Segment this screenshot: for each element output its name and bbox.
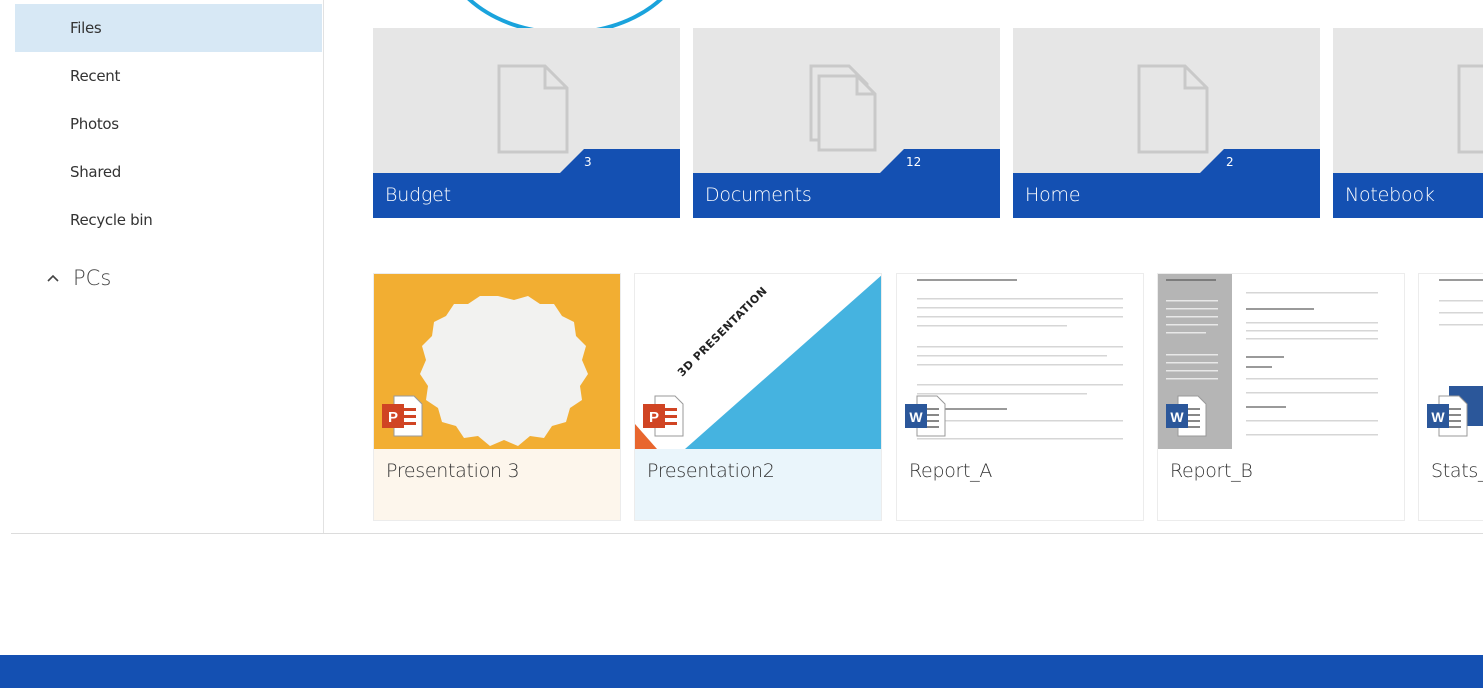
- word-icon: W: [905, 395, 946, 437]
- folder-count-wedge: [880, 149, 1000, 173]
- sidebar-item-files[interactable]: Files: [15, 4, 322, 52]
- folder-tile-budget[interactable]: 3 Budget: [373, 28, 680, 218]
- sidebar: Files Recent Photos Shared Recycle bin P…: [11, 0, 324, 533]
- file-name: Presentation2: [647, 460, 775, 482]
- file-name: Report_B: [1170, 460, 1253, 482]
- document-icon: [1137, 64, 1209, 154]
- file-name: Stats_: [1431, 460, 1483, 482]
- folder-tile-documents[interactable]: 12 Documents: [693, 28, 1000, 218]
- powerpoint-icon: P: [382, 395, 423, 437]
- word-icon: W: [1427, 395, 1468, 437]
- folder-count-wedge: [1200, 149, 1320, 173]
- onedrive-window: Files Recent Photos Shared Recycle bin P…: [0, 0, 1483, 688]
- folder-item-count: 3: [584, 155, 592, 169]
- sidebar-item-recent[interactable]: Recent: [15, 52, 322, 100]
- folder-item-count: 2: [1226, 155, 1234, 169]
- folder-tile-home[interactable]: 2 Home: [1013, 28, 1320, 218]
- svg-text:W: W: [1170, 409, 1184, 425]
- document-icon: [497, 64, 569, 154]
- sidebar-item-recycle-bin[interactable]: Recycle bin: [15, 196, 322, 244]
- powerpoint-icon: P: [643, 395, 684, 437]
- file-tile-report-a[interactable]: W Report_A: [896, 273, 1144, 521]
- folder-name: Home: [1025, 184, 1081, 206]
- taskbar: [0, 655, 1483, 688]
- folder-tile-notebook[interactable]: Notebook: [1333, 28, 1483, 218]
- sidebar-item-shared[interactable]: Shared: [15, 148, 322, 196]
- svg-text:P: P: [649, 409, 659, 426]
- file-name: Presentation 3: [386, 460, 520, 482]
- file-tile-stats[interactable]: W Stats_: [1418, 273, 1483, 521]
- folder-count-wedge: [560, 149, 680, 173]
- folder-item-count: 12: [906, 155, 922, 169]
- folder-name: Documents: [705, 184, 812, 206]
- sidebar-item-label: Files: [70, 19, 102, 37]
- sidebar-item-label: Recent: [70, 67, 121, 85]
- word-icon: W: [1166, 395, 1207, 437]
- svg-text:W: W: [1431, 409, 1445, 425]
- folder-name: Budget: [385, 184, 451, 206]
- documents-stack-icon: [809, 64, 877, 152]
- folder-name: Notebook: [1345, 184, 1435, 206]
- svg-text:W: W: [909, 409, 923, 425]
- file-tile-presentation-3[interactable]: P Presentation 3: [373, 273, 621, 521]
- svg-text:P: P: [388, 409, 398, 426]
- chevron-up-icon: [41, 268, 65, 288]
- sidebar-item-label: Recycle bin: [70, 211, 153, 229]
- file-name: Report_A: [909, 460, 993, 482]
- sidebar-item-label: Photos: [70, 115, 119, 133]
- file-tile-report-b[interactable]: W Report_B: [1157, 273, 1405, 521]
- sidebar-item-photos[interactable]: Photos: [15, 100, 322, 148]
- sidebar-section-pcs[interactable]: PCs: [41, 262, 111, 294]
- document-icon: [1457, 64, 1483, 154]
- sidebar-section-label: PCs: [73, 266, 112, 290]
- file-tile-presentation2[interactable]: 3D PRESENTATION P Presentation2: [634, 273, 882, 521]
- sidebar-item-label: Shared: [70, 163, 122, 181]
